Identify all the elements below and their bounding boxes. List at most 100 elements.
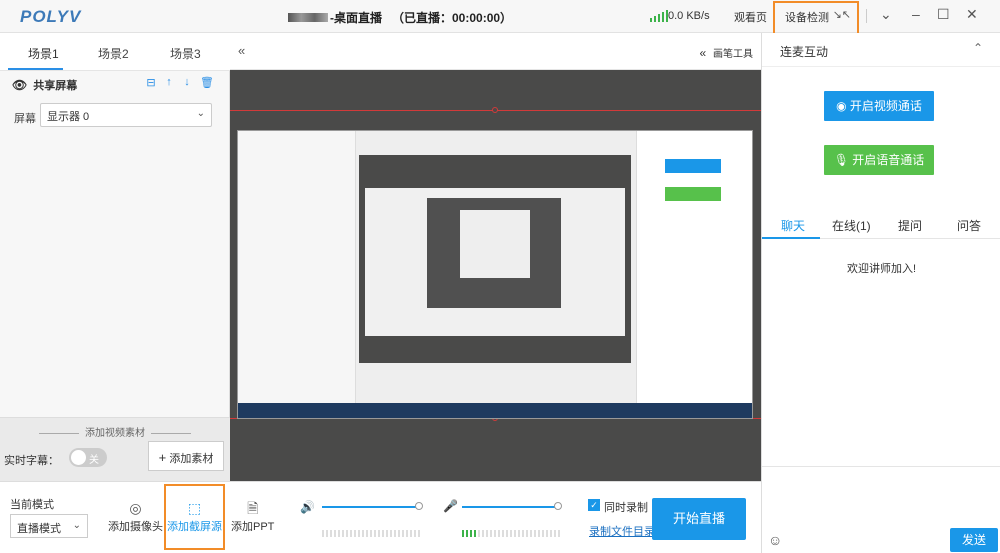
mic-header: 连麦互动 ⌃ bbox=[762, 33, 1000, 67]
mode-select[interactable]: 直播模式 ⌄ bbox=[10, 514, 88, 538]
start-live-button[interactable]: 开始直播 bbox=[652, 498, 746, 540]
interaction-panel: 连麦互动 ⌃ ◉ 开启视频通话 🎙 开启语音通话 聊天 在线(1) 提问 问答 … bbox=[761, 33, 1000, 553]
add-screen-label: 添加截屏源 bbox=[167, 521, 222, 533]
record-checkbox[interactable]: ✓ bbox=[588, 499, 600, 511]
tab-scene-3[interactable]: 场景3 bbox=[170, 45, 201, 62]
tab-scene-1[interactable]: 场景1 bbox=[28, 45, 59, 62]
captured-voice-button bbox=[665, 187, 721, 201]
collapse-arrows-icon[interactable]: ↘↖ bbox=[833, 8, 851, 21]
captured-inner-canvas bbox=[359, 155, 631, 363]
window-title: -桌面直播 （已直播：00:00:00） bbox=[288, 9, 512, 26]
maximize-icon[interactable]: ☐ bbox=[937, 7, 950, 21]
tab-qa[interactable]: 问答 bbox=[957, 217, 981, 234]
mic-volume-knob[interactable] bbox=[554, 502, 562, 510]
source-item[interactable]: 👁 共享屏幕 bbox=[12, 77, 77, 93]
trash-icon[interactable]: 🗑 bbox=[200, 76, 214, 89]
record-label: 同时录制 bbox=[604, 502, 648, 514]
title-bar: POLYV -桌面直播 （已直播：00:00:00） 0.0 KB/s 观看页 … bbox=[0, 0, 1000, 38]
video-call-button[interactable]: ◉ 开启视频通话 bbox=[824, 91, 934, 121]
add-camera-label: 添加摄像头 bbox=[108, 521, 163, 533]
speaker-volume-knob[interactable] bbox=[415, 502, 423, 510]
bottom-control-bar: 当前模式 直播模式 ⌄ ◎ 添加摄像头 ⬚ 添加截屏源 🗎 添加PPT 🔊 🎤 … bbox=[0, 481, 761, 553]
minimize-icon[interactable]: – bbox=[912, 7, 920, 21]
device-check-label: 设备检测 bbox=[785, 12, 829, 24]
source-name: 共享屏幕 bbox=[33, 80, 78, 92]
captured-right-panel bbox=[636, 131, 752, 403]
add-material-label: 添加素材 bbox=[169, 453, 214, 465]
add-ppt-label: 添加PPT bbox=[231, 521, 275, 533]
chat-tabs: 聊天 在线(1) 提问 问答 bbox=[762, 207, 1000, 239]
add-camera-button[interactable]: ◎ 添加摄像头 bbox=[108, 498, 163, 534]
chat-input[interactable]: ☺ 发送 bbox=[762, 466, 1000, 553]
active-chat-underline bbox=[762, 237, 820, 239]
network-speed: 0.0 KB/s bbox=[668, 10, 710, 22]
speaker-volume-slider[interactable] bbox=[322, 506, 418, 508]
source-tools: ⊟ ↑ ↓ 🗑 bbox=[146, 76, 214, 89]
chevron-up-icon[interactable]: ⌃ bbox=[973, 41, 983, 55]
add-screen-button[interactable]: ⬚ 添加截屏源 bbox=[167, 498, 222, 534]
title-divider bbox=[866, 9, 867, 23]
video-call-label: 开启视频通话 bbox=[849, 99, 922, 113]
voice-call-label: 开启语音通话 bbox=[852, 153, 925, 167]
title-text: -桌面直播 bbox=[330, 11, 382, 25]
microphone-icon[interactable]: 🎤 bbox=[443, 499, 458, 513]
mic-level-active bbox=[462, 530, 478, 537]
captured-recursive-3 bbox=[460, 210, 530, 278]
scene-tabs: 场景1 场景2 场景3 bbox=[0, 33, 230, 71]
add-ppt-button[interactable]: 🗎 添加PPT bbox=[231, 498, 274, 534]
chevron-left-icon: « bbox=[699, 46, 707, 60]
scene-panel: 场景1 场景2 场景3 👁 共享屏幕 ⊟ ↑ ↓ 🗑 屏幕 显示器 0 ⌄ 添加… bbox=[0, 33, 230, 514]
close-icon[interactable]: ✕ bbox=[966, 7, 978, 21]
record-dir-link[interactable]: 录制文件目录 bbox=[589, 523, 655, 539]
collapse-left-icon[interactable]: « bbox=[238, 43, 245, 58]
voice-call-button[interactable]: 🎙 开启语音通话 bbox=[824, 145, 934, 175]
speaker-icon[interactable]: 🔊 bbox=[300, 500, 315, 514]
tab-scene-2[interactable]: 场景2 bbox=[98, 45, 129, 62]
captured-recursive-2 bbox=[427, 198, 561, 308]
redacted-name bbox=[288, 13, 328, 22]
chevron-down-icon[interactable]: ⌄ bbox=[880, 7, 892, 21]
subtitle-toggle[interactable]: 关 bbox=[69, 448, 107, 467]
camera-icon: ◎ bbox=[129, 500, 142, 516]
welcome-message: 欢迎讲师加入! bbox=[846, 263, 917, 275]
tab-online[interactable]: 在线(1) bbox=[832, 217, 871, 234]
camera-icon: ◉ bbox=[836, 99, 847, 113]
captured-screen bbox=[237, 130, 753, 419]
tab-question[interactable]: 提问 bbox=[898, 217, 922, 234]
arrow-up-icon[interactable]: ↑ bbox=[164, 76, 174, 89]
preview-canvas[interactable] bbox=[230, 70, 761, 481]
emoji-icon[interactable]: ☺ bbox=[768, 532, 782, 548]
screen-select-value: 显示器 0 bbox=[47, 111, 90, 123]
captured-recursive-1 bbox=[365, 188, 625, 336]
screen-label: 屏幕 bbox=[14, 113, 36, 125]
top-guide-line bbox=[230, 107, 761, 113]
speaker-level-meter bbox=[322, 530, 422, 537]
mode-label: 当前模式 bbox=[10, 499, 54, 511]
chevron-down-icon: ⌄ bbox=[72, 520, 81, 531]
screenshot-icon: ⬚ bbox=[187, 500, 202, 516]
mic-volume-slider[interactable] bbox=[462, 506, 557, 508]
signal-icon bbox=[650, 10, 668, 22]
brush-tools-label: 画笔工具 bbox=[713, 49, 753, 60]
mode-select-value: 直播模式 bbox=[17, 523, 61, 535]
viewer-page-link[interactable]: 观看页 bbox=[734, 9, 767, 25]
add-material-button[interactable]: + 添加素材 bbox=[148, 441, 224, 471]
captured-left-panel bbox=[238, 131, 356, 403]
screen-select[interactable]: 显示器 0 ⌄ bbox=[40, 103, 212, 127]
mic-title: 连麦互动 bbox=[780, 45, 829, 59]
brush-tools-button[interactable]: « 画笔工具 bbox=[700, 45, 753, 60]
mic-icon: 🎙 bbox=[833, 153, 849, 167]
arrow-down-icon[interactable]: ↓ bbox=[182, 76, 192, 89]
toggle-knob bbox=[71, 450, 86, 465]
eye-icon[interactable]: 👁 bbox=[12, 78, 27, 92]
active-tab-underline bbox=[8, 68, 63, 70]
document-icon: 🗎 bbox=[247, 500, 259, 516]
tab-chat[interactable]: 聊天 bbox=[781, 217, 805, 234]
captured-video-button bbox=[665, 159, 721, 173]
send-button[interactable]: 发送 bbox=[950, 528, 998, 552]
minus-icon[interactable]: ⊟ bbox=[146, 76, 156, 89]
subtitle-label: 实时字幕： bbox=[4, 455, 59, 467]
preview-toolbar: « « 画笔工具 bbox=[230, 33, 761, 70]
live-duration: （已直播：00:00:00） bbox=[392, 11, 513, 25]
chevron-down-icon: ⌄ bbox=[196, 108, 205, 119]
